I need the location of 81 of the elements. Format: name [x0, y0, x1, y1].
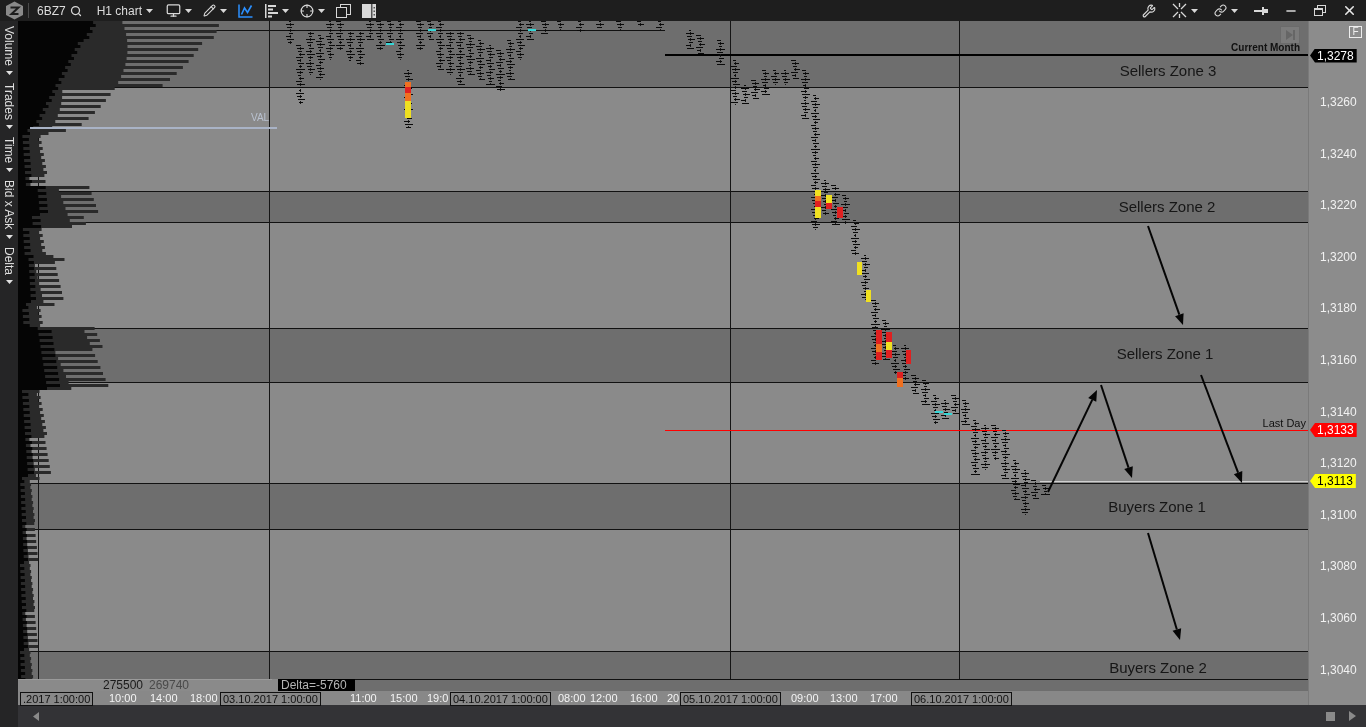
- horizontal-bars-icon[interactable]: [264, 3, 279, 18]
- time-label: 10:00: [109, 692, 137, 704]
- caret-icon: [1231, 8, 1238, 13]
- date-label: 04.10.2017 1:00:00: [450, 692, 551, 706]
- inward-arrows-icon[interactable]: [1172, 3, 1187, 18]
- zone-label: Buyers Zone 1: [1108, 498, 1206, 516]
- time-label: 19:0: [427, 692, 449, 704]
- caret-icon: [220, 8, 228, 13]
- monitor-icon[interactable]: [166, 3, 182, 18]
- price-label: 1,3120: [1320, 456, 1357, 471]
- time-label: 13:00: [830, 692, 858, 704]
- volume-total: 275500: [102, 680, 143, 691]
- chart-menu[interactable]: H1 chart: [94, 1, 156, 20]
- link-icon[interactable]: [1214, 4, 1227, 17]
- price-tag: 1,3133: [1310, 423, 1357, 437]
- date-label: 06.10.2017 1:00:00: [911, 692, 1012, 706]
- indicator-tab[interactable]: Volume: [0, 26, 18, 84]
- caret-icon: [282, 8, 290, 13]
- time-label: 14:00: [150, 692, 178, 704]
- close-icon[interactable]: [1342, 3, 1357, 18]
- stop-icon[interactable]: [1326, 711, 1335, 721]
- scroll-right-icon[interactable]: [1349, 711, 1356, 721]
- indicator-tab[interactable]: Time: [0, 136, 18, 181]
- val-label: VAL: [251, 112, 270, 124]
- wrench-icon[interactable]: [1142, 3, 1156, 18]
- caret-icon: [146, 8, 154, 13]
- symbol-selector[interactable]: 6BZ7: [35, 1, 84, 20]
- zone-label: Sellers Zone 3: [1119, 62, 1217, 80]
- delta-label: Delta=-5760: [278, 679, 355, 691]
- date-label: .2017 1:00:00: [20, 692, 94, 706]
- hexagon-logo-icon[interactable]: [5, 1, 24, 20]
- time-label: 18:00: [190, 692, 218, 704]
- price-label: 1,3080: [1320, 559, 1357, 574]
- price-tag: 1,3113: [1310, 474, 1356, 488]
- time-label: 20: [667, 692, 680, 704]
- time-label: 15:00: [390, 692, 418, 704]
- time-label: 12:00: [590, 692, 618, 704]
- price-label: 1,3060: [1320, 611, 1357, 625]
- price-label: 1,3040: [1320, 662, 1357, 677]
- price-label: 1,3220: [1320, 198, 1357, 213]
- caret-icon: [5, 168, 13, 173]
- time-label: 09:00: [791, 692, 819, 704]
- price-label: 1,3260: [1320, 95, 1357, 109]
- date-label: 05.10.2017 1:00:00: [680, 692, 781, 706]
- pin-icon[interactable]: [1254, 5, 1268, 16]
- time-label: 11:00: [350, 692, 377, 704]
- time-label: 16:00: [630, 692, 658, 704]
- caret-icon: [5, 279, 13, 284]
- price-label: 1,3100: [1320, 507, 1357, 522]
- date-label: 03.10.2017 1:00:00: [220, 692, 321, 706]
- price-label: 1,3180: [1320, 301, 1357, 316]
- caret-icon: [5, 71, 13, 76]
- zone-label: Buyers Zone 2: [1109, 659, 1207, 677]
- level-label: Current Month: [1231, 42, 1300, 54]
- scroll-left-icon[interactable]: [33, 711, 39, 721]
- indicator-tab[interactable]: Trades: [0, 83, 18, 137]
- caret-icon: [185, 8, 193, 13]
- search-icon: [69, 4, 82, 17]
- price-label: 1,3240: [1320, 146, 1357, 161]
- price-label: 1,3200: [1320, 249, 1357, 264]
- price-tag: 1,3278: [1310, 48, 1357, 63]
- side-panel-icon[interactable]: [362, 3, 377, 18]
- overlapping-windows-icon[interactable]: [336, 3, 352, 18]
- time-label: 08:00: [558, 692, 586, 704]
- caret-icon: [1191, 8, 1198, 13]
- indicator-tab[interactable]: Delta: [0, 246, 18, 292]
- pencil-icon[interactable]: [203, 4, 217, 17]
- time-label: 17:00: [870, 692, 898, 704]
- indicator-tab[interactable]: Bid x Ask: [0, 180, 18, 247]
- caret-icon: [5, 234, 13, 239]
- level-label: Last Day: [1262, 417, 1306, 429]
- crosshair-icon[interactable]: [300, 3, 315, 18]
- volume-total: 269740: [149, 680, 190, 691]
- zone-label: Sellers Zone 1: [1116, 345, 1214, 363]
- caret-icon: [318, 8, 326, 13]
- price-label: 1,3160: [1320, 353, 1357, 367]
- restore-icon[interactable]: [1314, 5, 1326, 16]
- zone-label: Sellers Zone 2: [1118, 198, 1216, 216]
- caret-icon: [5, 124, 13, 129]
- line-chart-icon[interactable]: [238, 3, 254, 18]
- price-label: 1,3140: [1320, 404, 1357, 419]
